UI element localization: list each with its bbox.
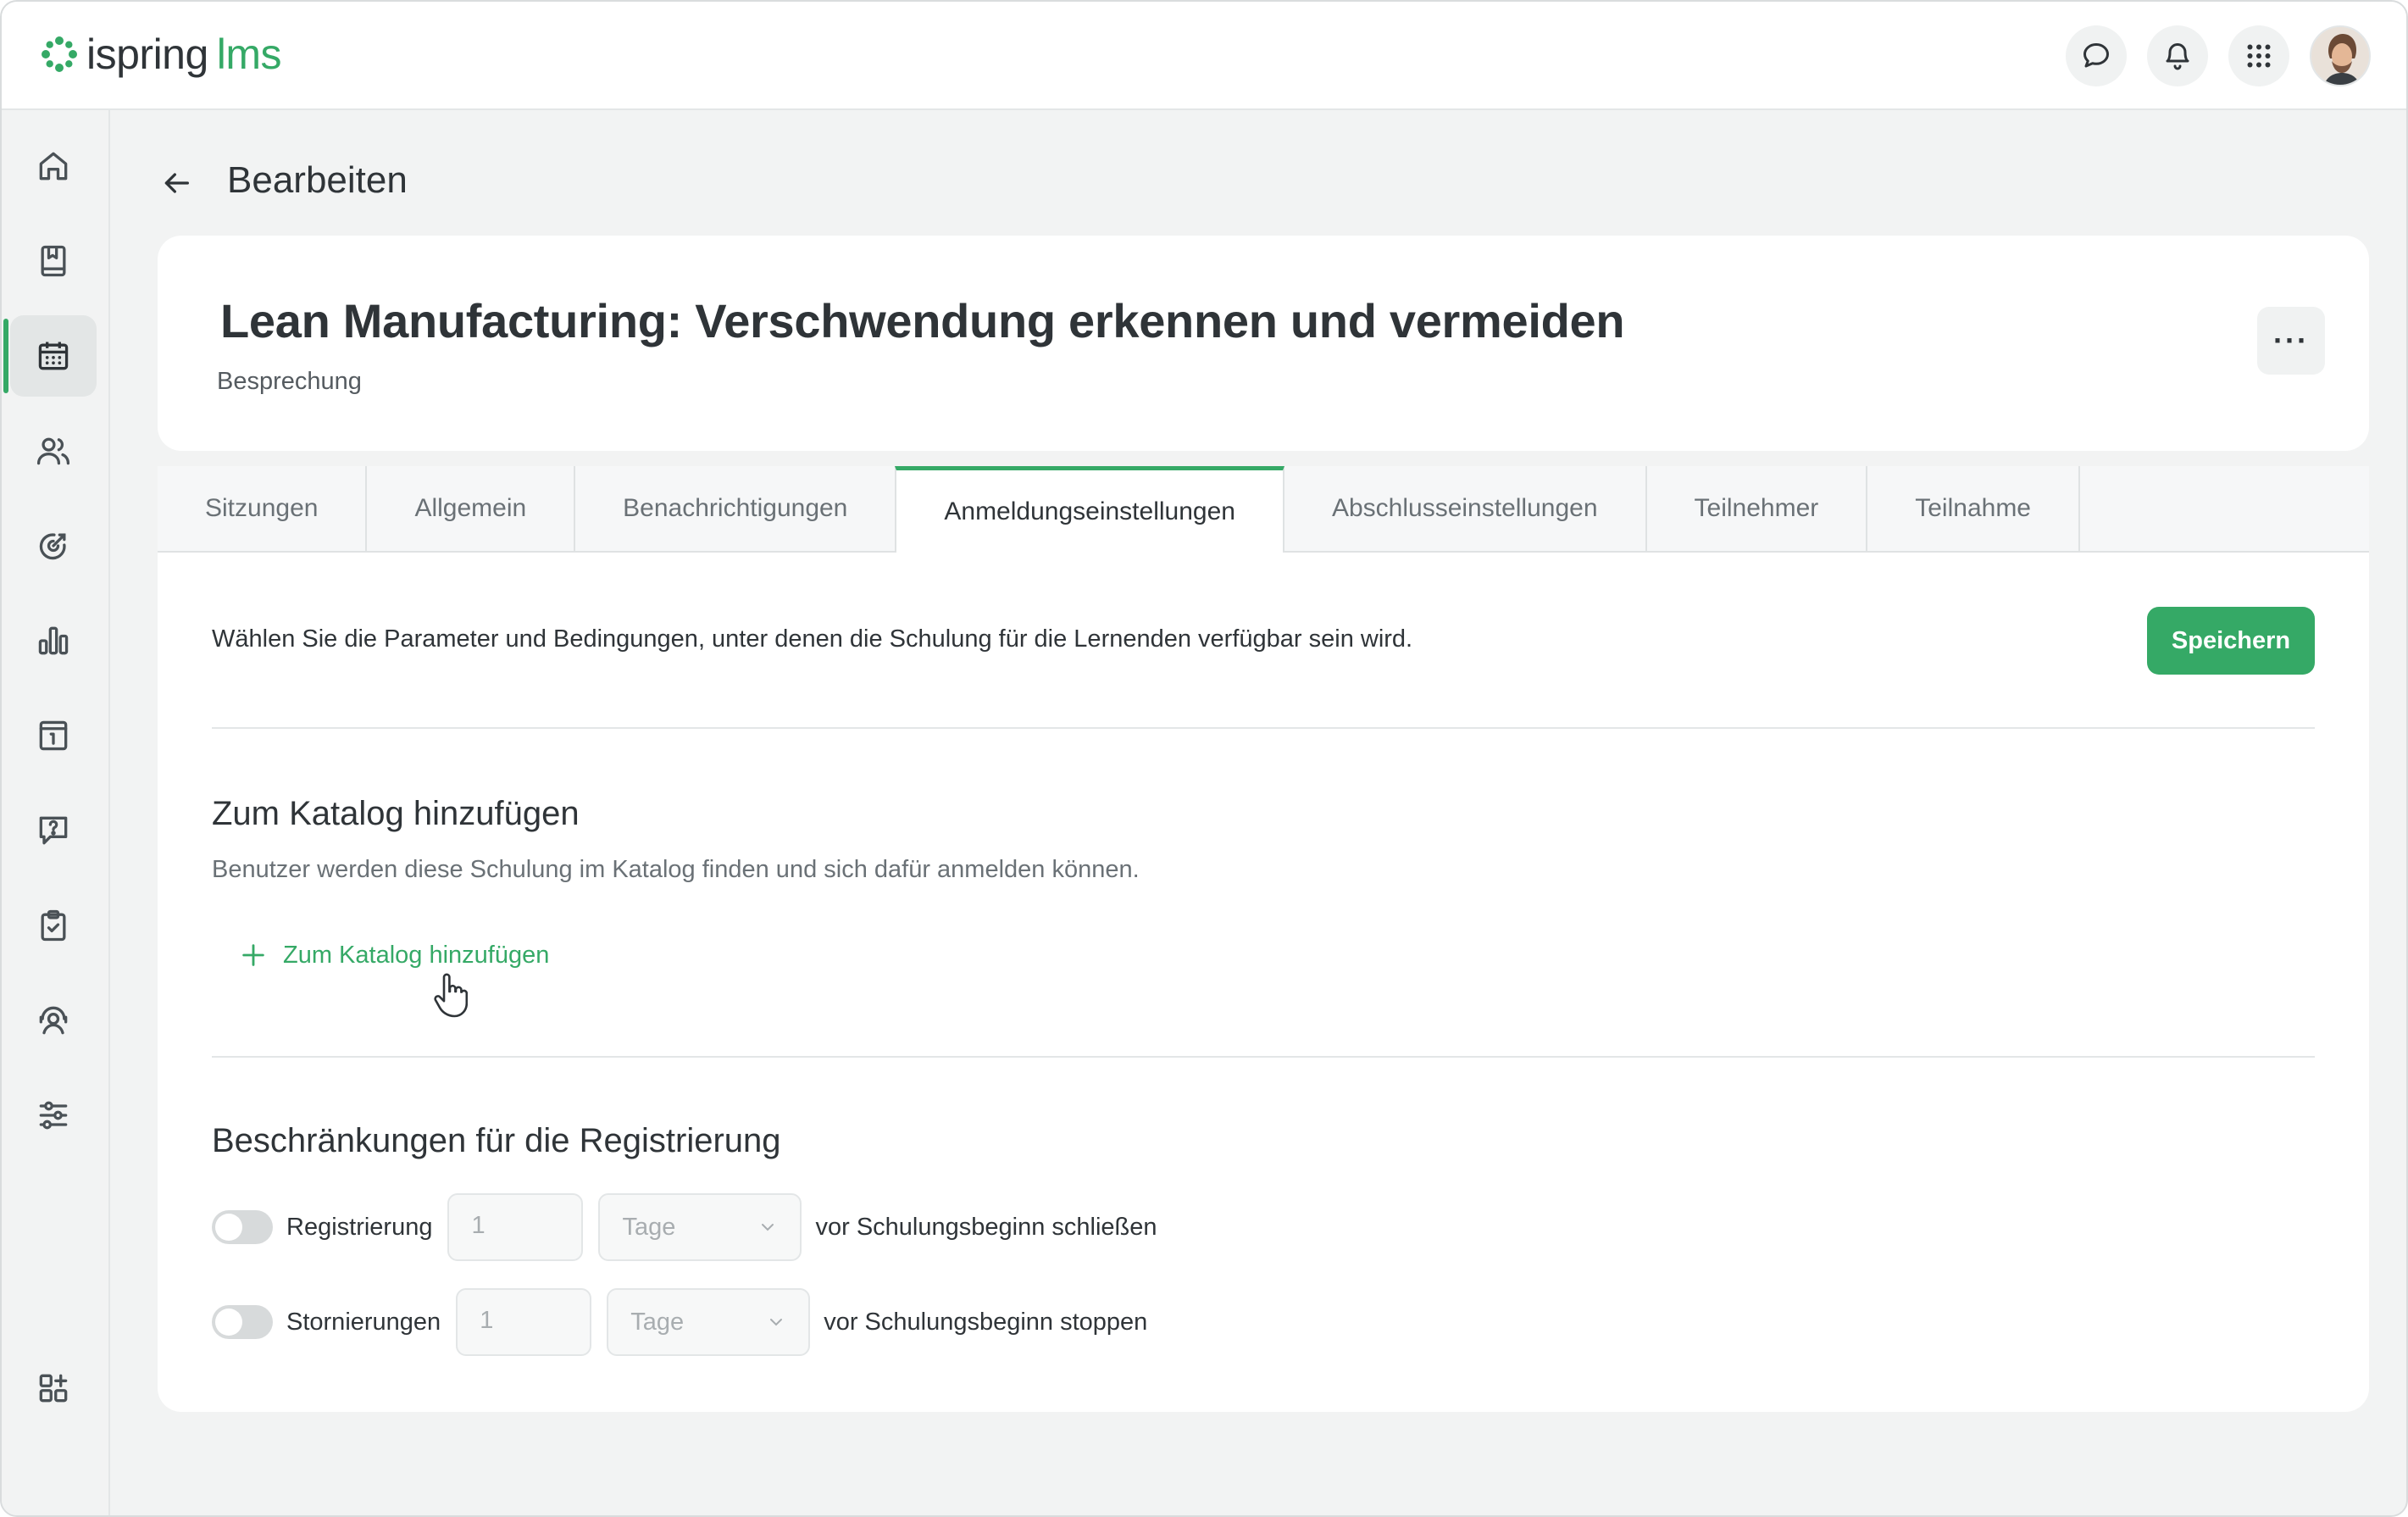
divider	[212, 1056, 2315, 1058]
catalog-section-description: Benutzer werden diese Schulung im Katalo…	[212, 856, 1140, 883]
add-to-catalog-link[interactable]: Zum Katalog hinzufügen	[239, 941, 549, 970]
cancellation-days-input[interactable]: 1	[456, 1288, 592, 1356]
registration-restriction-row: Registrierung 1 Tage vor Schulungsbeginn…	[212, 1193, 1157, 1261]
cancellation-toggle[interactable]	[212, 1305, 273, 1339]
registration-unit-value: Tage	[622, 1213, 676, 1241]
sidebar-item-courses[interactable]	[10, 220, 97, 302]
ispring-logo-icon	[42, 36, 77, 72]
restrictions-section-title: Beschränkungen für die Registrierung	[212, 1122, 781, 1159]
tab-benachrichtigungen[interactable]: Benachrichtigungen	[575, 466, 897, 551]
cancellation-unit-select[interactable]: Tage	[607, 1288, 811, 1356]
sidebar	[2, 110, 110, 1515]
course-type: Besprechung	[217, 368, 362, 395]
divider	[212, 727, 2315, 729]
chevron-down-icon	[762, 1224, 774, 1231]
top-actions	[2066, 25, 2371, 86]
registration-label: Registrierung	[286, 1213, 433, 1241]
sidebar-item-add-widget[interactable]	[10, 1348, 97, 1429]
registration-tail-text: vor Schulungsbeginn schließen	[815, 1213, 1157, 1241]
tab-teilnehmer[interactable]: Teilnehmer	[1647, 466, 1868, 551]
top-bar: ispring lms	[2, 2, 2406, 110]
notifications-button[interactable]	[2147, 25, 2208, 86]
book-icon	[41, 245, 66, 277]
sidebar-item-calendar[interactable]	[3, 315, 97, 397]
tab-bar: Sitzungen Allgemein Benachrichtigungen A…	[158, 466, 2369, 553]
sliders-icon	[39, 1101, 68, 1130]
sidebar-item-info[interactable]	[10, 695, 97, 776]
settings-panel: Wählen Sie die Parameter und Bedingungen…	[158, 553, 2369, 1412]
apps-button[interactable]	[2228, 25, 2289, 86]
calendar-icon	[38, 342, 69, 370]
users-icon	[36, 437, 70, 465]
bar-chart-icon	[38, 626, 69, 655]
target-icon	[39, 533, 66, 560]
sidebar-item-questions[interactable]	[10, 790, 97, 871]
info-panel-icon	[39, 720, 68, 751]
sidebar-item-home[interactable]	[10, 125, 97, 207]
tab-anmeldungseinstellungen[interactable]: Anmeldungseinstellungen	[895, 466, 1284, 553]
add-to-catalog-label: Zum Katalog hinzufügen	[283, 941, 550, 969]
sidebar-item-tasks[interactable]	[10, 885, 97, 966]
app-window: ispring lms Bearbeiten Lean Manufacturin…	[0, 0, 2408, 1517]
hand-cursor-icon	[434, 973, 468, 1018]
sidebar-item-users[interactable]	[10, 410, 97, 492]
tab-teilnahme[interactable]: Teilnahme	[1867, 466, 2080, 551]
course-header-card: Lean Manufacturing: Verschwendung erkenn…	[158, 236, 2369, 451]
save-button[interactable]: Speichern	[2147, 607, 2315, 675]
ispring-logo[interactable]: ispring lms	[39, 27, 282, 81]
more-options-button[interactable]: ···	[2257, 307, 2325, 375]
cancellation-restriction-row: Stornierungen 1 Tage vor Schulungsbeginn…	[212, 1288, 1147, 1356]
course-title: Lean Manufacturing: Verschwendung erkenn…	[220, 294, 1625, 347]
registration-days-input[interactable]: 1	[447, 1193, 584, 1261]
sidebar-item-settings[interactable]	[10, 1075, 97, 1156]
clipboard-check-icon	[41, 909, 66, 942]
apps-grid-icon	[2247, 44, 2271, 68]
catalog-section-title: Zum Katalog hinzufügen	[212, 795, 580, 832]
add-widget-icon	[39, 1374, 68, 1403]
home-icon	[39, 152, 68, 181]
logo-text-lms: lms	[216, 31, 282, 78]
user-avatar[interactable]	[2310, 25, 2371, 86]
chat-icon	[2083, 43, 2109, 68]
logo-text-ispring: ispring	[86, 31, 208, 78]
sidebar-item-goals[interactable]	[10, 505, 97, 586]
tab-abschlusseinstellungen[interactable]: Abschlusseinstellungen	[1284, 466, 1647, 551]
plus-icon	[242, 944, 264, 966]
cancellation-label: Stornierungen	[286, 1308, 441, 1336]
page-title: Bearbeiten	[227, 159, 408, 201]
cancellation-tail-text: vor Schulungsbeginn stoppen	[824, 1308, 1148, 1336]
sidebar-item-support[interactable]	[10, 980, 97, 1061]
arrow-left-icon	[164, 173, 189, 193]
registration-unit-select[interactable]: Tage	[598, 1193, 802, 1261]
registration-toggle[interactable]	[212, 1210, 273, 1244]
sidebar-item-reports[interactable]	[10, 600, 97, 681]
avatar-image	[2311, 27, 2369, 85]
chat-button[interactable]	[2066, 25, 2127, 86]
bell-icon	[2166, 43, 2189, 70]
cancellation-unit-value: Tage	[630, 1308, 685, 1336]
back-button[interactable]	[154, 161, 198, 205]
chevron-down-icon	[770, 1319, 783, 1326]
intro-text: Wählen Sie die Parameter und Bedingungen…	[212, 625, 1413, 653]
more-icon: ···	[2273, 323, 2309, 358]
tab-sitzungen[interactable]: Sitzungen	[158, 466, 368, 551]
tab-allgemein[interactable]: Allgemein	[367, 466, 576, 551]
headset-icon	[39, 1006, 68, 1035]
help-chat-icon	[39, 816, 68, 845]
